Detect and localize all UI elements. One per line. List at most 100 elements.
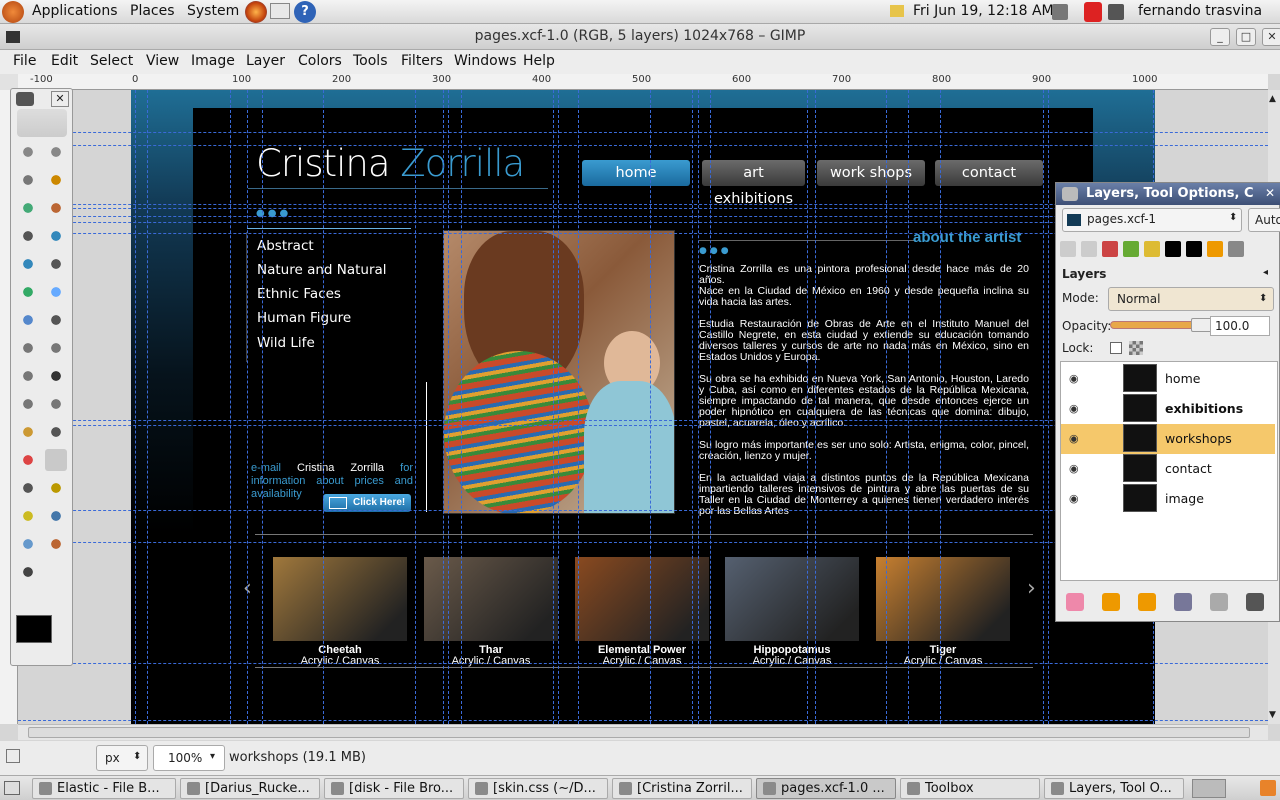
lasso-icon[interactable]	[17, 169, 39, 191]
guide-vertical[interactable]	[807, 90, 808, 724]
help-icon[interactable]: ?	[294, 1, 316, 23]
guide-vertical[interactable]	[247, 90, 248, 724]
system-menu[interactable]: System	[187, 3, 239, 19]
menu-help[interactable]: Help	[523, 53, 555, 69]
foreground-select-icon[interactable]	[17, 225, 39, 247]
show-desktop-icon[interactable]	[4, 781, 20, 795]
color-select-icon[interactable]	[17, 197, 39, 219]
scissors-icon[interactable]	[45, 197, 67, 219]
guide-vertical[interactable]	[558, 90, 559, 724]
mail-icon[interactable]	[270, 3, 290, 19]
guide-vertical[interactable]	[578, 90, 579, 724]
new-layer-icon[interactable]	[1066, 593, 1084, 611]
layer-name[interactable]: exhibitions	[1165, 401, 1243, 416]
lock-alpha-icon[interactable]	[1129, 341, 1143, 355]
text-icon[interactable]	[45, 365, 67, 387]
tab-undo-icon[interactable]	[1123, 241, 1139, 257]
sidebar-item-wild-life[interactable]: Wild Life	[257, 335, 315, 351]
gallery-thumbnail[interactable]	[876, 557, 1010, 641]
paths-icon[interactable]	[45, 225, 67, 247]
layer-row[interactable]: ◉ workshops	[1061, 424, 1275, 454]
update-icon[interactable]	[1084, 2, 1102, 22]
guide-vertical[interactable]	[553, 90, 554, 724]
guide-vertical[interactable]	[692, 90, 693, 724]
image-canvas[interactable]: Cristina Zorrilla home art exhibitions w…	[131, 90, 1155, 724]
layer-row[interactable]: ◉ image	[1061, 484, 1275, 514]
color-picker-icon[interactable]	[17, 253, 39, 275]
guide-vertical[interactable]	[908, 90, 909, 724]
task-darius[interactable]: [Darius_Rucke...	[180, 778, 320, 799]
ubuntu-logo-icon[interactable]	[2, 1, 24, 23]
layers-dialog[interactable]: Layers, Tool Options, C ✕ pages.xcf-1 ⬍ …	[1055, 182, 1280, 622]
task-cristina[interactable]: [Cristina Zorril...	[612, 778, 752, 799]
auto-button[interactable]: Auto	[1248, 208, 1280, 232]
window-titlebar[interactable]: pages.xcf-1.0 (RGB, 5 layers) 1024x768 –…	[0, 24, 1280, 50]
fuzzy-select-icon[interactable]	[45, 169, 67, 191]
trash-icon[interactable]	[1260, 780, 1276, 796]
guide-vertical[interactable]	[415, 90, 416, 724]
ellipse-select-icon[interactable]	[45, 141, 67, 163]
horizontal-ruler[interactable]: -100 0 100 200 300 400 500 600 700 800 9…	[18, 74, 1268, 90]
layer-row[interactable]: ◉ contact	[1061, 454, 1275, 484]
guide-horizontal[interactable]	[18, 720, 1268, 721]
layer-row[interactable]: ◉ home	[1061, 364, 1275, 394]
task-toolbox[interactable]: Toolbox	[900, 778, 1040, 799]
image-select[interactable]: pages.xcf-1 ⬍	[1062, 208, 1242, 232]
rotate-icon[interactable]	[17, 337, 39, 359]
eye-icon[interactable]: ◉	[1069, 402, 1083, 416]
menu-tools[interactable]: Tools	[353, 53, 388, 69]
close-window-button[interactable]: ✕	[1262, 28, 1280, 46]
crop-icon[interactable]	[45, 309, 67, 331]
layer-name[interactable]: contact	[1165, 461, 1212, 476]
quick-mask-icon[interactable]	[6, 749, 20, 763]
eye-icon[interactable]: ◉	[1069, 372, 1083, 386]
pencil-icon[interactable]	[17, 449, 39, 471]
duplicate-layer-icon[interactable]	[1174, 593, 1192, 611]
clone-icon[interactable]	[45, 505, 67, 527]
guide-vertical[interactable]	[323, 90, 324, 724]
gallery-thumbnail[interactable]	[273, 557, 407, 641]
menu-image[interactable]: Image	[191, 53, 235, 69]
toolbox-close-icon[interactable]: ✕	[51, 91, 69, 107]
unit-select[interactable]: px ⬍	[96, 745, 148, 771]
task-disk[interactable]: [disk - File Bro...	[324, 778, 464, 799]
ink-icon[interactable]	[17, 505, 39, 527]
measure-icon[interactable]	[17, 281, 39, 303]
tab-patterns-icon[interactable]	[1228, 241, 1244, 257]
task-pages-xcf[interactable]: pages.xcf-1.0 ...	[756, 778, 896, 799]
layer-row[interactable]: ◉ exhibitions	[1061, 394, 1275, 424]
places-menu[interactable]: Places	[130, 3, 175, 19]
tab-brushes-icon[interactable]	[1144, 241, 1160, 257]
scroll-down-icon[interactable]: ▼	[1269, 710, 1279, 720]
guide-vertical[interactable]	[262, 90, 263, 724]
menu-select[interactable]: Select	[90, 53, 133, 69]
dodge-icon[interactable]	[17, 561, 39, 583]
foreground-color[interactable]	[16, 615, 52, 643]
airbrush-icon[interactable]	[45, 477, 67, 499]
layer-name[interactable]: home	[1165, 371, 1200, 386]
guide-vertical[interactable]	[135, 90, 136, 724]
tab-paths-icon[interactable]	[1102, 241, 1118, 257]
clock[interactable]: Fri Jun 19, 12:18 AM	[913, 3, 1054, 19]
guide-vertical[interactable]	[886, 90, 887, 724]
task-skin-css[interactable]: [skin.css (~/D...	[468, 778, 608, 799]
flip-icon[interactable]	[45, 393, 67, 415]
nav-home[interactable]: home	[582, 160, 690, 186]
sidebar-item-human-figure[interactable]: Human Figure	[257, 310, 351, 326]
guide-horizontal[interactable]	[18, 145, 1268, 146]
perspective-icon[interactable]	[17, 393, 39, 415]
guide-horizontal[interactable]	[18, 132, 1268, 133]
sidebar-item-nature[interactable]: Nature and Natural	[257, 262, 387, 278]
layer-thumbnail[interactable]	[1123, 454, 1157, 482]
delete-layer-icon[interactable]	[1246, 593, 1264, 611]
guide-vertical[interactable]	[230, 90, 231, 724]
opacity-slider[interactable]	[1110, 318, 1213, 332]
guide-horizontal[interactable]	[18, 663, 1268, 664]
maximize-button[interactable]: □	[1236, 28, 1256, 46]
layers-list[interactable]: ◉ home ◉ exhibitions ◉ workshops ◉ contact ◉ imag…	[1060, 361, 1278, 581]
horizontal-scrollbar[interactable]	[18, 724, 1268, 740]
menu-filters[interactable]: Filters	[401, 53, 443, 69]
task-layers[interactable]: Layers, Tool O...	[1044, 778, 1184, 799]
paintbrush-icon[interactable]	[45, 449, 67, 471]
smudge-icon[interactable]	[45, 533, 67, 555]
